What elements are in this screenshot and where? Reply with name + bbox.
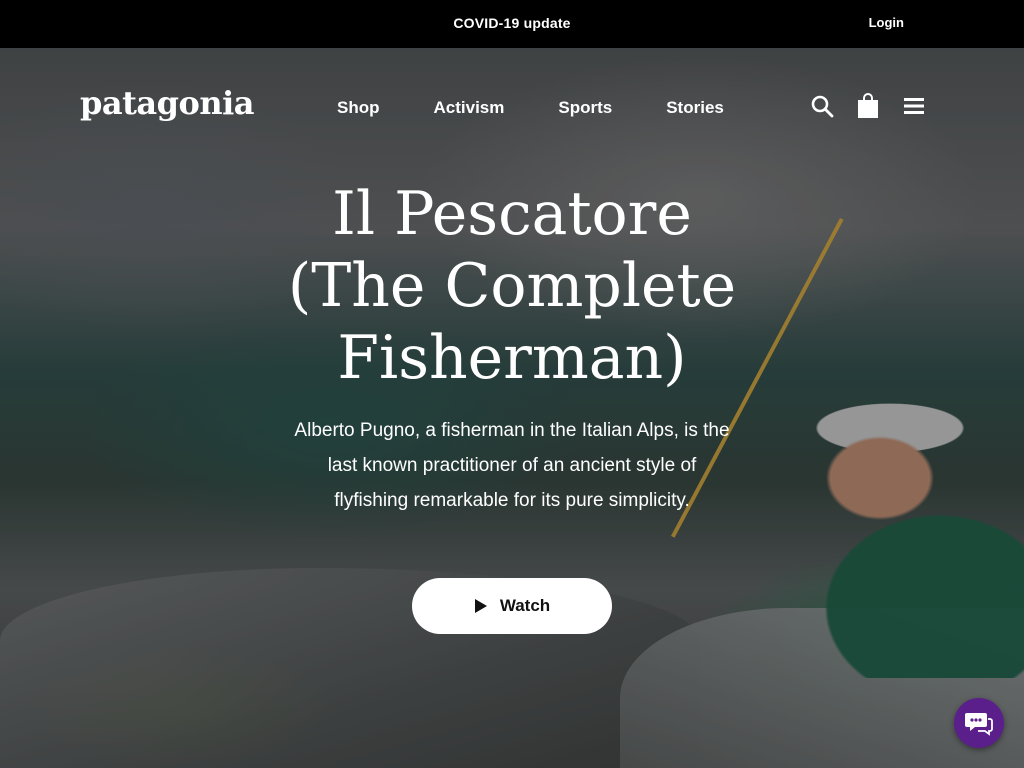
menu-icon[interactable] [900,92,928,120]
shopping-bag-icon[interactable] [854,92,882,120]
chat-icon [965,713,993,736]
top-announcement-bar: COVID-19 update Login [0,0,1024,48]
chat-button[interactable] [954,698,1004,748]
nav-item-stories[interactable]: Stories [666,98,724,118]
hero-description: Alberto Pugno, a fisherman in the Italia… [294,420,730,511]
patagonia-logo[interactable]: patagonia [80,84,255,122]
hero-title-line: (The Complete [287,251,737,321]
nav-item-sports[interactable]: Sports [558,98,612,118]
nav-menu: Shop Activism Sports Stories [337,98,778,118]
hero-title: Il Pescatore (The Complete Fisherman) [0,178,1024,394]
play-icon [474,599,487,613]
search-icon[interactable] [808,92,836,120]
login-link[interactable]: Login [869,15,904,30]
hero-title-line: Fisherman) [337,323,687,393]
nav-item-shop[interactable]: Shop [337,98,380,118]
watch-button[interactable]: Watch [412,578,612,634]
hero-title-line: Il Pescatore [332,179,692,249]
nav-icons [808,92,928,120]
nav-item-activism[interactable]: Activism [434,98,505,118]
main-navigation: patagonia Shop Activism Sports Stories [0,48,1024,168]
watch-label: Watch [499,596,551,615]
